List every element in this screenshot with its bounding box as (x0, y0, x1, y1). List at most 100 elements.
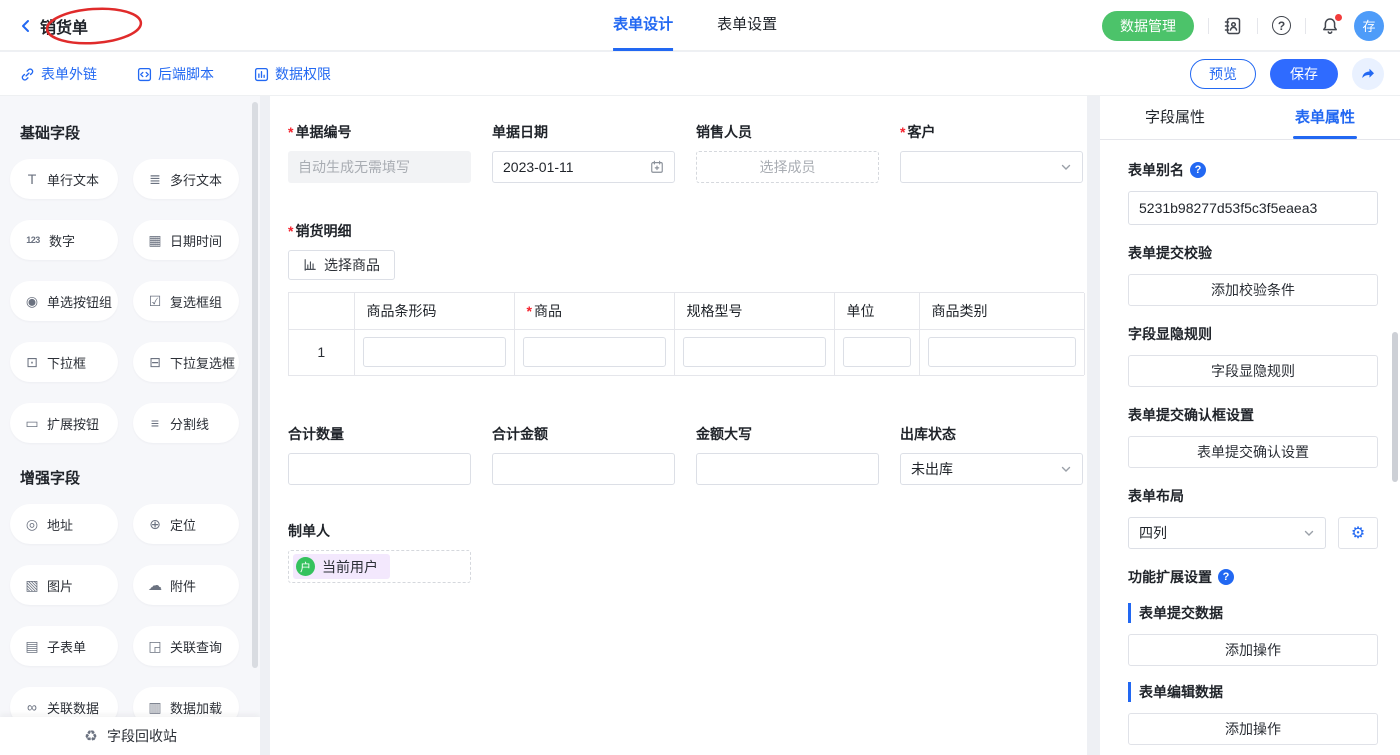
sidebar-item-divider-line[interactable]: ≡分割线 (133, 403, 239, 443)
button-icon: ▭ (24, 415, 40, 432)
canvas-row-1: *单据编号 自动生成无需填写 单据日期 2023-01-11 销售人员 选择成员… (288, 122, 1069, 183)
bar-chart-icon (303, 258, 317, 272)
field-total-amount[interactable]: 合计金额 (492, 424, 675, 485)
sidebar-item-datetime[interactable]: ▦日期时间 (133, 220, 239, 260)
product-input[interactable] (523, 337, 666, 367)
user-chip-avatar: 户 (296, 557, 315, 576)
select-product-button[interactable]: 选择商品 (288, 250, 395, 280)
col-header-product: *商品 (514, 293, 674, 329)
field-customer[interactable]: *客户 (900, 122, 1083, 183)
permission-grid-icon (254, 67, 269, 82)
multi-line-text-icon: ≣ (147, 171, 163, 188)
creator-picker[interactable]: 户 当前用户 (288, 550, 471, 583)
chevron-down-icon (1303, 527, 1315, 539)
help-icon[interactable]: ? (1190, 162, 1206, 178)
divider (1257, 18, 1258, 34)
total-amount-input[interactable] (492, 453, 675, 485)
sidebar-item-single-line-text[interactable]: T单行文本 (10, 159, 118, 199)
tab-form-design[interactable]: 表单设计 (613, 0, 673, 51)
field-visibility-button[interactable]: 字段显隐规则 (1128, 355, 1378, 387)
back-icon[interactable] (18, 18, 34, 34)
form-alias-input[interactable] (1128, 191, 1378, 225)
panel-scrollbar[interactable] (1392, 332, 1398, 482)
sidebar-item-multi-line-text[interactable]: ≣多行文本 (133, 159, 239, 199)
sidebar-item-location[interactable]: ⊕定位 (133, 504, 239, 544)
sidebar-item-multi-dropdown[interactable]: ⊟下拉复选框 (133, 342, 239, 382)
share-arrow-icon (1360, 66, 1376, 82)
tab-form-settings[interactable]: 表单设置 (717, 0, 777, 51)
tab-form-properties[interactable]: 表单属性 (1250, 96, 1400, 139)
field-recycle-bin[interactable]: ♻ 字段回收站 (0, 717, 260, 755)
tab-field-properties[interactable]: 字段属性 (1100, 96, 1250, 139)
detail-table-row: 1 (289, 329, 1084, 375)
sidebar-item-address[interactable]: ◎地址 (10, 504, 118, 544)
total-quantity-input[interactable] (288, 453, 471, 485)
section-title-basic-fields: 基础字段 (20, 122, 246, 143)
add-submit-action-button[interactable]: 添加操作 (1128, 634, 1378, 666)
sidebar-item-checkbox-group[interactable]: ☑复选框组 (133, 281, 239, 321)
divider-icon: ≡ (147, 415, 163, 431)
gear-icon: ⚙ (1351, 523, 1365, 543)
help-icon[interactable]: ? (1218, 569, 1234, 585)
address-book-icon[interactable] (1223, 16, 1243, 36)
checkbox-icon: ☑ (147, 293, 163, 310)
spec-input[interactable] (683, 337, 826, 367)
amount-in-words-input[interactable] (696, 453, 879, 485)
share-button[interactable] (1352, 58, 1384, 90)
notification-bell-icon[interactable] (1320, 16, 1340, 36)
unit-input[interactable] (843, 337, 911, 367)
sidebar-item-dropdown[interactable]: ⊡下拉框 (10, 342, 118, 382)
field-outbound-status[interactable]: 出库状态 未出库 (900, 424, 1083, 485)
form-canvas: *单据编号 自动生成无需填写 单据日期 2023-01-11 销售人员 选择成员… (270, 96, 1087, 755)
add-edit-action-button[interactable]: 添加操作 (1128, 713, 1378, 745)
sidebar-item-attachment[interactable]: ☁附件 (133, 565, 239, 605)
help-icon[interactable]: ? (1272, 16, 1291, 35)
sidebar-item-image[interactable]: ▧图片 (10, 565, 118, 605)
properties-panel: 字段属性 表单属性 表单别名 ? 表单提交校验 添加校验条件 字段显隐规则 字段… (1100, 96, 1400, 755)
category-input[interactable] (928, 337, 1076, 367)
field-palette-sidebar: 基础字段 T单行文本 ≣多行文本 123数字 ▦日期时间 ◉单选按钮组 ☑复选框… (0, 96, 260, 755)
sidebar-scrollbar[interactable] (252, 102, 258, 668)
sidebar-item-subform[interactable]: ▤子表单 (10, 626, 118, 666)
add-validation-button[interactable]: 添加校验条件 (1128, 274, 1378, 306)
preview-button[interactable]: 预览 (1190, 59, 1256, 89)
sidebar-item-number[interactable]: 123数字 (10, 220, 118, 260)
data-manage-button[interactable]: 数据管理 (1102, 11, 1194, 41)
data-permission-action[interactable]: 数据权限 (254, 64, 331, 84)
radio-icon: ◉ (24, 293, 40, 310)
bar-chart-icon: ▥ (147, 699, 163, 716)
backend-script-action[interactable]: 后端脚本 (137, 64, 214, 84)
field-order-date[interactable]: 单据日期 2023-01-11 (492, 122, 675, 183)
barcode-input[interactable] (363, 337, 506, 367)
current-user-chip: 户 当前用户 (293, 554, 390, 579)
save-button[interactable]: 保存 (1270, 59, 1338, 89)
field-order-number[interactable]: *单据编号 自动生成无需填写 (288, 122, 471, 183)
customer-select[interactable] (900, 151, 1083, 183)
field-amount-in-words[interactable]: 金额大写 (696, 424, 879, 485)
form-toolbar: 表单外链 后端脚本 数据权限 预览 保存 (0, 52, 1400, 96)
order-date-input[interactable]: 2023-01-11 (492, 151, 675, 183)
submit-confirm-button[interactable]: 表单提交确认设置 (1128, 436, 1378, 468)
form-layout-select[interactable]: 四列 (1128, 517, 1326, 549)
field-sales-detail[interactable]: *销货明细 选择商品 商品条形码 *商品 规格型号 单位 商品类别 1 (288, 221, 1069, 376)
sales-person-picker[interactable]: 选择成员 (696, 151, 879, 183)
col-header-index (289, 293, 354, 329)
sidebar-item-linked-query[interactable]: ◲关联查询 (133, 626, 239, 666)
field-creator[interactable]: 制单人 户 当前用户 (288, 521, 1069, 583)
field-sales-person[interactable]: 销售人员 选择成员 (696, 122, 879, 183)
user-avatar[interactable]: 存 (1354, 11, 1384, 41)
image-icon: ▧ (24, 577, 40, 594)
outbound-status-select[interactable]: 未出库 (900, 453, 1083, 485)
address-pin-icon: ◎ (24, 516, 40, 533)
detail-table-header-row: 商品条形码 *商品 规格型号 单位 商品类别 (289, 293, 1084, 329)
sidebar-item-extend-button[interactable]: ▭扩展按钮 (10, 403, 118, 443)
submit-confirm-label: 表单提交确认框设置 (1128, 405, 1378, 425)
order-number-input[interactable]: 自动生成无需填写 (288, 151, 471, 183)
external-link-action[interactable]: 表单外链 (20, 64, 97, 84)
divider (1305, 18, 1306, 34)
number-icon: 123 (24, 235, 42, 245)
link-chain-icon: ∞ (24, 699, 40, 715)
sidebar-item-radio-group[interactable]: ◉单选按钮组 (10, 281, 118, 321)
layout-settings-button[interactable]: ⚙ (1338, 517, 1378, 549)
field-total-quantity[interactable]: 合计数量 (288, 424, 471, 485)
